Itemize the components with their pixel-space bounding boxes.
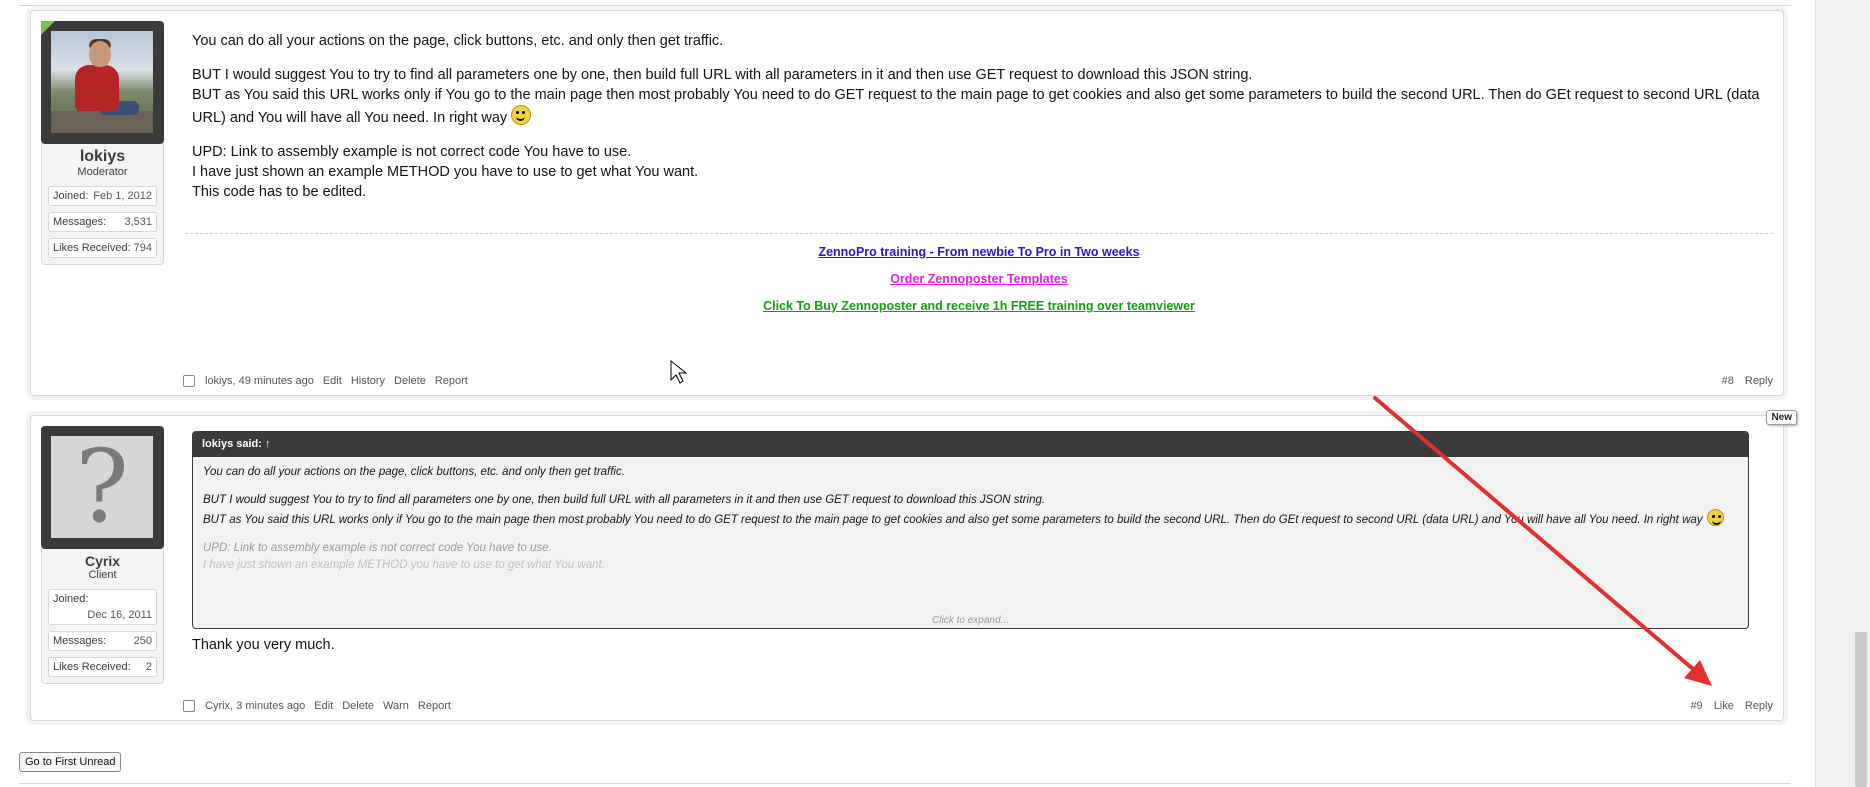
message-user-info: lokiys Moderator Joined: Feb 1, 2012 Mess… bbox=[41, 21, 164, 265]
author-time[interactable]: lokiys, 49 minutes ago bbox=[205, 375, 314, 387]
avatar[interactable]: ? bbox=[41, 426, 164, 549]
default-avatar-icon: ? bbox=[51, 436, 153, 538]
message-text: BUT as You said this URL works only if Y… bbox=[192, 85, 1773, 128]
quote-text: UPD: Link to assembly example is not cor… bbox=[203, 542, 552, 554]
message-meta: lokiys, 49 minutes ago Edit History Dele… bbox=[183, 373, 1773, 389]
message-text: BUT I would suggest You to try to find a… bbox=[192, 67, 1253, 83]
select-post-checkbox[interactable] bbox=[183, 700, 195, 712]
quote-text: BUT as You said this URL works only if Y… bbox=[203, 509, 1738, 529]
like-link[interactable]: Like bbox=[1714, 700, 1734, 712]
stat-value: Feb 1, 2012 bbox=[93, 190, 152, 202]
signature: ZennoPro training - From newbie To Pro i… bbox=[185, 233, 1773, 326]
smiley-icon bbox=[511, 105, 532, 125]
edit-link[interactable]: Edit bbox=[323, 375, 342, 387]
stat-value: Dec 16, 2011 bbox=[87, 609, 152, 621]
stat-label: Messages: bbox=[53, 216, 107, 228]
select-post-checkbox[interactable] bbox=[183, 375, 195, 387]
user-info-panel: lokiys Moderator Joined: Feb 1, 2012 Mess… bbox=[41, 142, 164, 265]
message-meta: Cyrix, 3 minutes ago Edit Delete Warn Re… bbox=[183, 698, 1773, 714]
message-meta-right: #9 Like Reply bbox=[1679, 700, 1773, 712]
stat-label: Messages: bbox=[53, 635, 107, 647]
stat-messages: Messages: 250 bbox=[48, 631, 157, 651]
go-to-first-unread-button[interactable]: Go to First Unread bbox=[19, 752, 122, 772]
post-number-link[interactable]: #9 bbox=[1690, 700, 1702, 712]
warn-link[interactable]: Warn bbox=[383, 700, 409, 712]
signature-link[interactable]: ZennoPro training - From newbie To Pro i… bbox=[185, 245, 1773, 259]
new-badge: New bbox=[1766, 410, 1797, 425]
delete-link[interactable]: Delete bbox=[394, 375, 426, 387]
signature-link[interactable]: Click To Buy Zennoposter and receive 1h … bbox=[185, 299, 1773, 313]
message-text-span: BUT as You said this URL works only if Y… bbox=[192, 87, 1760, 126]
quote-text: I have just shown an example METHOD you … bbox=[203, 559, 605, 571]
quote-attribution[interactable]: lokiys said: ↑ bbox=[193, 432, 1748, 457]
user-title: Client bbox=[88, 569, 117, 581]
stat-label: Joined: bbox=[53, 593, 89, 605]
username[interactable]: Cyrix bbox=[48, 553, 157, 569]
stat-label: Likes Received: bbox=[53, 242, 131, 254]
quote-text: BUT I would suggest You to try to find a… bbox=[203, 494, 1046, 506]
stat-messages: Messages: 3,531 bbox=[48, 212, 157, 232]
message-text: UPD: Link to assembly example is not cor… bbox=[192, 144, 632, 160]
divider bbox=[19, 783, 1791, 784]
report-link[interactable]: Report bbox=[435, 375, 468, 387]
message-post: New ? Cyrix Client Joined: Dec 16, 2011 M… bbox=[30, 410, 1797, 721]
stat-likes: Likes Received: 2 bbox=[48, 657, 157, 677]
signature-link[interactable]: Order Zennoposter Templates bbox=[185, 272, 1773, 286]
delete-link[interactable]: Delete bbox=[342, 700, 374, 712]
smiley-icon bbox=[1706, 509, 1724, 526]
post-number-link[interactable]: #8 bbox=[1722, 375, 1734, 387]
stat-label: Joined: bbox=[53, 190, 89, 202]
thread-page: lokiys Moderator Joined: Feb 1, 2012 Mess… bbox=[0, 0, 1815, 787]
stat-value: 794 bbox=[133, 242, 152, 254]
stat-joined: Joined: Dec 16, 2011 bbox=[48, 589, 157, 625]
online-status-icon bbox=[41, 21, 55, 35]
edit-link[interactable]: Edit bbox=[314, 700, 333, 712]
message-text: This code has to be edited. bbox=[192, 184, 367, 200]
avatar[interactable] bbox=[41, 21, 164, 144]
stat-joined: Joined: Feb 1, 2012 bbox=[48, 186, 157, 206]
stat-value[interactable]: 3,531 bbox=[124, 213, 152, 231]
user-title: Moderator bbox=[77, 166, 128, 178]
quote-text-span: BUT as You said this URL works only if Y… bbox=[203, 514, 1703, 526]
message-text: Thank you very much. bbox=[192, 637, 335, 653]
message-content: You can do all your actions on the page,… bbox=[192, 31, 1773, 202]
message-user-info: ? Cyrix Client Joined: Dec 16, 2011 Messa… bbox=[41, 426, 164, 684]
click-to-expand[interactable]: Click to expand... bbox=[193, 615, 1748, 626]
scrollbar-thumb[interactable] bbox=[1855, 632, 1867, 787]
stat-label: Likes Received: bbox=[53, 661, 131, 673]
author-time[interactable]: Cyrix, 3 minutes ago bbox=[205, 700, 305, 712]
reply-link[interactable]: Reply bbox=[1745, 700, 1773, 712]
user-info-panel: Cyrix Client Joined: Dec 16, 2011 Message… bbox=[41, 547, 164, 684]
stat-value[interactable]: 250 bbox=[134, 632, 152, 650]
quote-content: You can do all your actions on the page,… bbox=[193, 457, 1748, 574]
avatar-photo bbox=[51, 31, 153, 133]
reply-link[interactable]: Reply bbox=[1745, 375, 1773, 387]
stat-value: 2 bbox=[145, 661, 152, 673]
stat-likes: Likes Received: 794 bbox=[48, 238, 157, 258]
username[interactable]: lokiys bbox=[48, 148, 157, 166]
history-link[interactable]: History bbox=[351, 375, 385, 387]
quote-text: You can do all your actions on the page,… bbox=[203, 466, 625, 478]
message-meta-right: #8 Reply bbox=[1711, 375, 1773, 387]
report-link[interactable]: Report bbox=[418, 700, 451, 712]
message-text: I have just shown an example METHOD you … bbox=[192, 164, 699, 180]
message-post: lokiys Moderator Joined: Feb 1, 2012 Mess… bbox=[30, 10, 1784, 396]
quote-block: lokiys said: ↑ You can do all your actio… bbox=[192, 431, 1749, 629]
message-text: You can do all your actions on the page,… bbox=[192, 33, 724, 49]
divider bbox=[19, 0, 1791, 6]
